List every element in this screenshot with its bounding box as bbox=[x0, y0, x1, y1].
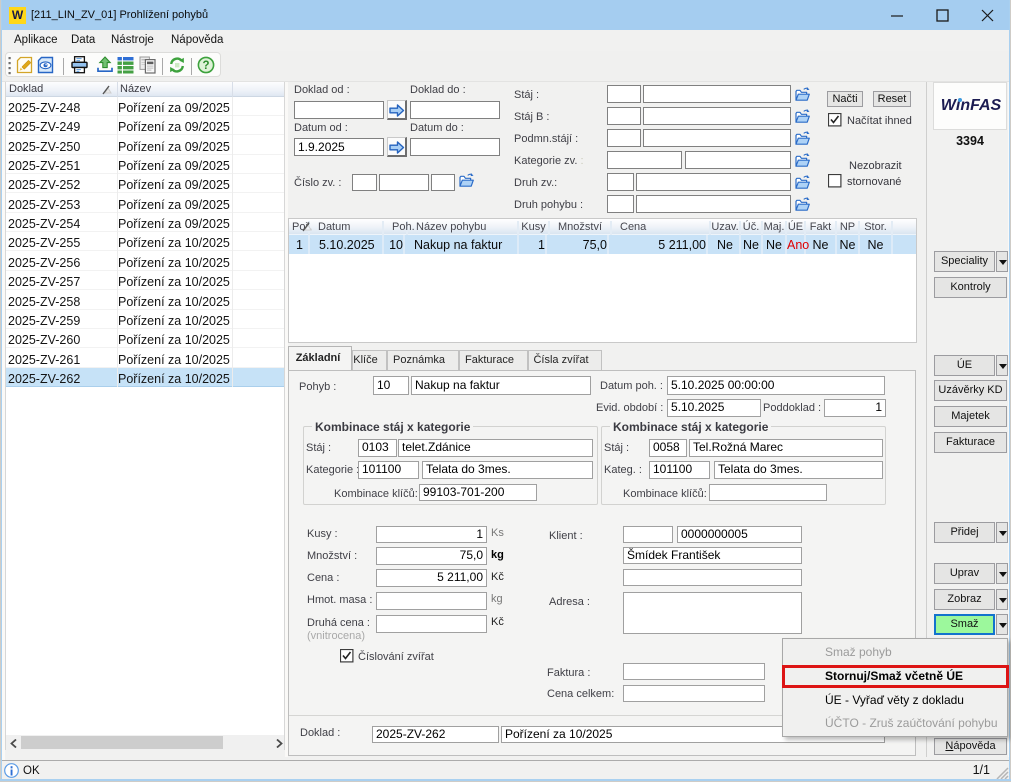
svg-text:?: ? bbox=[202, 60, 209, 72]
